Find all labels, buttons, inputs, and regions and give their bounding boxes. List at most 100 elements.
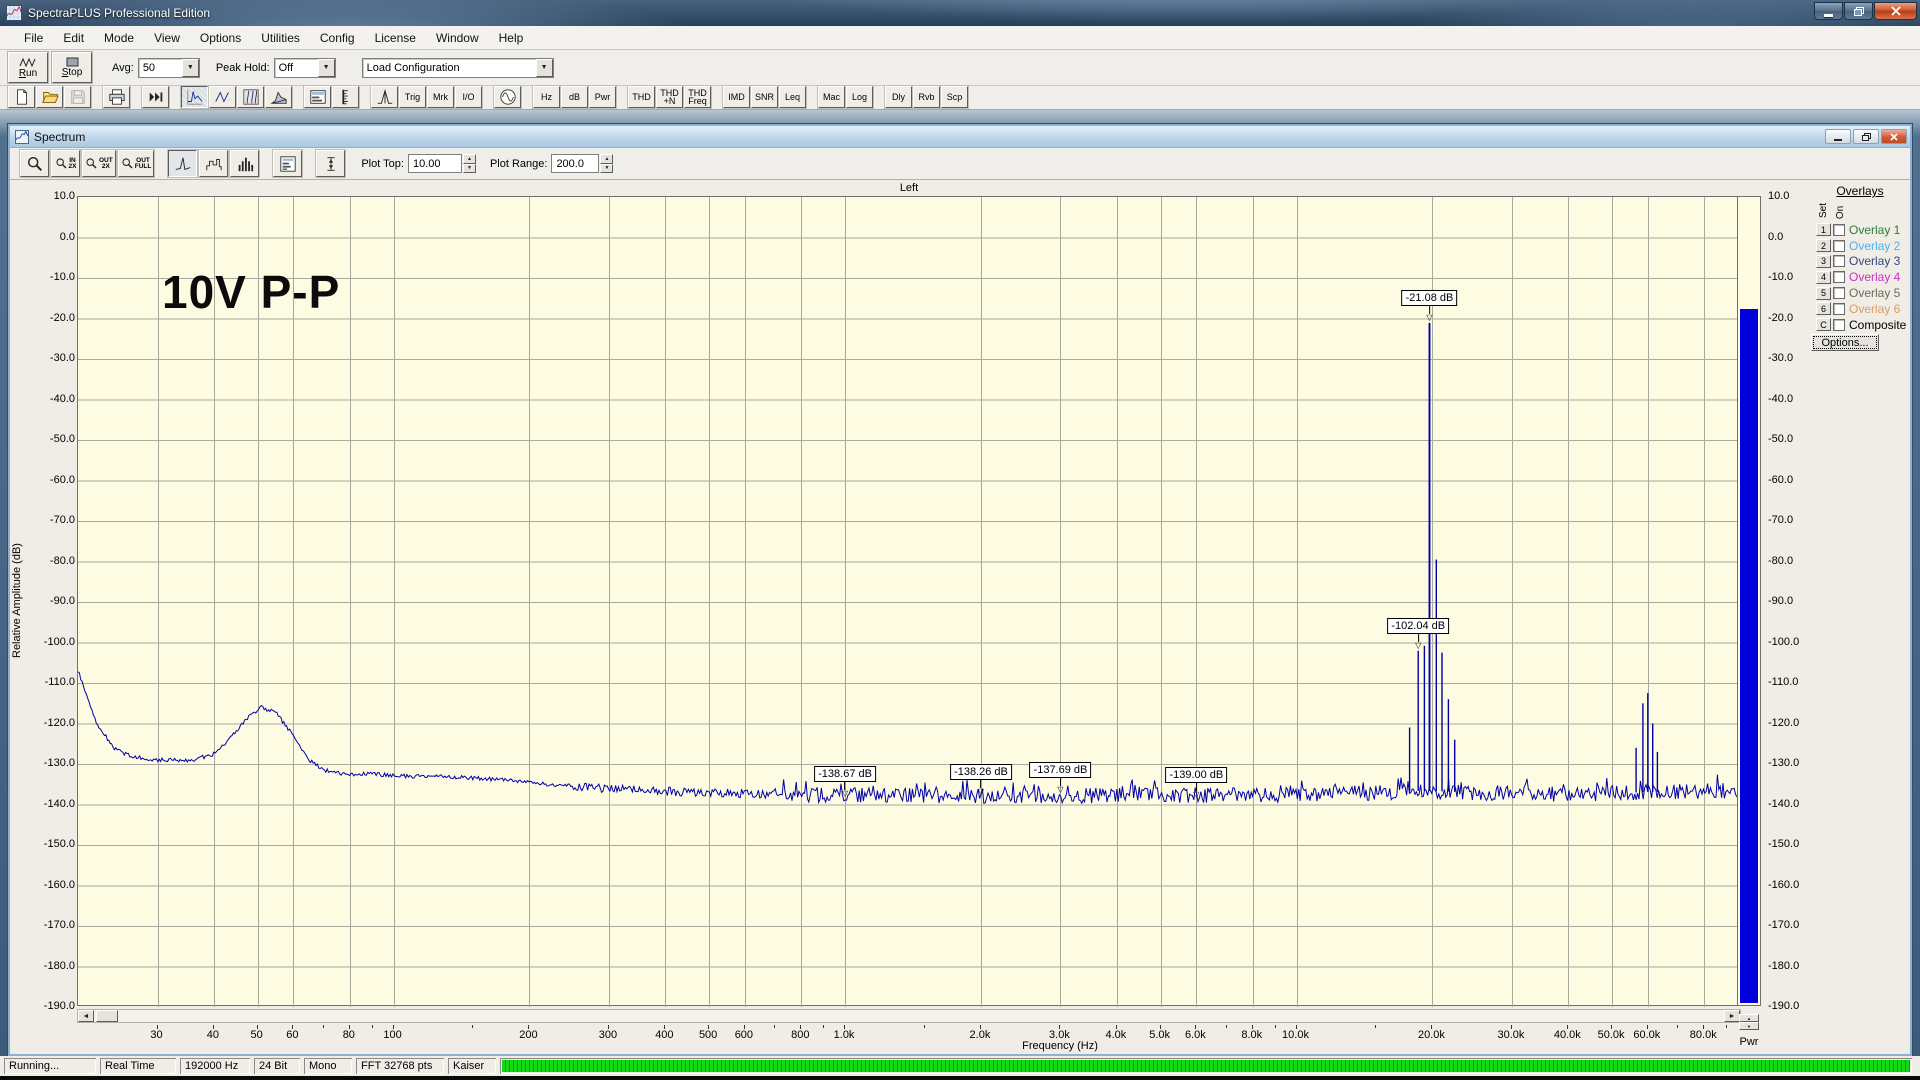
triggering-button[interactable]: Trig xyxy=(399,86,426,108)
overlay-on-checkbox-4[interactable] xyxy=(1833,271,1845,283)
measurement-marker[interactable]: -138.26 dB▽ xyxy=(950,764,1012,795)
peak-hold-select[interactable]: Off ▼ xyxy=(274,58,336,78)
menu-window[interactable]: Window xyxy=(426,31,489,45)
display-options-button[interactable] xyxy=(273,150,302,177)
menu-edit[interactable]: Edit xyxy=(53,31,94,45)
plot-top-spinner[interactable]: ▲▼ xyxy=(463,154,476,173)
bar-plot-mode-button[interactable] xyxy=(230,150,259,177)
macro-button[interactable]: Mac xyxy=(818,86,845,108)
overlay-on-checkbox-3[interactable] xyxy=(1833,255,1845,267)
amplitude-units-button[interactable]: dB xyxy=(561,86,588,108)
measurement-marker[interactable]: -138.67 dB▽ xyxy=(814,766,876,797)
thd-n-button[interactable]: THD +N xyxy=(656,86,683,108)
spectrum-plot[interactable]: 10V P-P -138.67 dB▽-138.26 dB▽-137.69 dB… xyxy=(77,196,1739,1006)
overlay-on-checkbox-5[interactable] xyxy=(1833,287,1845,299)
peak-hold-view-button[interactable] xyxy=(371,86,398,108)
scaling-button[interactable] xyxy=(332,86,359,108)
overlay-on-checkbox-6[interactable] xyxy=(1833,303,1845,315)
run-button[interactable]: Run xyxy=(8,52,48,83)
load-configuration-select[interactable]: Load Configuration ▼ xyxy=(362,58,554,78)
plot-range-spinner[interactable]: ▲▼ xyxy=(600,154,613,173)
zoom-out-full-button[interactable]: OUT FULL xyxy=(118,150,155,177)
thd-button[interactable]: THD xyxy=(628,86,655,108)
x-axis-minor-tick xyxy=(823,1025,824,1028)
scrollbar-thumb[interactable] xyxy=(96,1010,118,1022)
scrollbar-track[interactable] xyxy=(118,1010,1724,1022)
peak-hold-dropdown-arrow-icon[interactable]: ▼ xyxy=(318,59,335,77)
menu-file[interactable]: File xyxy=(14,31,53,45)
spectrum-curve-icon xyxy=(186,88,204,106)
horizontal-scrollbar[interactable]: ◄ ► xyxy=(77,1009,1741,1023)
step-plot-mode-button[interactable] xyxy=(199,150,228,177)
line-plot-mode-button[interactable] xyxy=(168,150,197,177)
signal-generator-button[interactable] xyxy=(494,86,521,108)
measurement-marker[interactable]: -137.69 dB▽ xyxy=(1030,762,1092,793)
logging-button[interactable]: Log xyxy=(846,86,873,108)
menu-mode[interactable]: Mode xyxy=(94,31,144,45)
snr-button[interactable]: SNR xyxy=(751,86,778,108)
leq-button[interactable]: Leq xyxy=(779,86,806,108)
spectrum-minimize-button[interactable] xyxy=(1825,129,1851,144)
overlay-set-button-4[interactable]: 4 xyxy=(1816,271,1831,284)
display-layout-button[interactable] xyxy=(304,86,331,108)
overlay-on-checkbox-1[interactable] xyxy=(1833,224,1845,236)
menu-utilities[interactable]: Utilities xyxy=(251,31,310,45)
open-file-button[interactable] xyxy=(36,86,63,108)
power-units-button[interactable]: Pwr xyxy=(589,86,616,108)
io-device-button[interactable]: I/O xyxy=(455,86,482,108)
measurement-marker[interactable]: -139.00 dB▽ xyxy=(1165,767,1227,798)
scroll-left-arrow-icon[interactable]: ◄ xyxy=(78,1010,94,1022)
measurement-marker[interactable]: -21.08 dB▽ xyxy=(1402,290,1458,321)
maximize-button[interactable] xyxy=(1844,2,1873,20)
markers-button[interactable]: Mrk xyxy=(427,86,454,108)
time-series-view-button[interactable] xyxy=(209,86,236,108)
thd-freq-button[interactable]: THD Freq xyxy=(684,86,711,108)
menu-view[interactable]: View xyxy=(144,31,190,45)
menu-license[interactable]: License xyxy=(365,31,426,45)
zoom-button[interactable] xyxy=(20,150,49,177)
overlay-on-checkbox-c[interactable] xyxy=(1833,319,1845,331)
save-file-button[interactable] xyxy=(64,86,91,108)
close-button[interactable] xyxy=(1874,2,1917,20)
menu-help[interactable]: Help xyxy=(489,31,534,45)
overlay-on-checkbox-2[interactable] xyxy=(1833,240,1845,252)
delay-button[interactable]: Dly xyxy=(885,86,912,108)
meter-scale-label: -100.0 xyxy=(1768,636,1812,648)
overlay-set-button-5[interactable]: 5 xyxy=(1816,287,1831,300)
spectrum-maximize-button[interactable] xyxy=(1853,129,1879,144)
overlay-set-button-2[interactable]: 2 xyxy=(1816,239,1831,252)
frequency-units-button[interactable]: Hz xyxy=(533,86,560,108)
stop-button[interactable]: Stop xyxy=(52,52,92,83)
new-file-button[interactable] xyxy=(8,86,35,108)
measurement-marker[interactable]: -102.04 dB▽ xyxy=(1387,618,1449,649)
imd-button[interactable]: IMD xyxy=(723,86,750,108)
reverb-button[interactable]: Rvb xyxy=(913,86,940,108)
marker-tool-button[interactable] xyxy=(316,150,345,177)
surface-view-button[interactable] xyxy=(265,86,292,108)
spectrum-title-bar[interactable]: Spectrum xyxy=(10,126,1910,148)
x-axis-tick-label: 10.0k xyxy=(1271,1029,1321,1041)
zoom-in-2x-button[interactable]: IN 2X xyxy=(51,150,80,177)
zoom-out-2x-button[interactable]: OUT 2X xyxy=(82,150,116,177)
scope-button[interactable]: Scp xyxy=(941,86,968,108)
avg-dropdown-arrow-icon[interactable]: ▼ xyxy=(182,59,199,77)
overlay-set-button-1[interactable]: 1 xyxy=(1816,223,1831,236)
menu-config[interactable]: Config xyxy=(310,31,365,45)
overlays-options-button[interactable]: Options... xyxy=(1811,334,1879,351)
overlay-set-button-6[interactable]: 6 xyxy=(1816,302,1831,315)
overlay-set-button-c[interactable]: C xyxy=(1816,318,1831,331)
spectrum-close-button[interactable] xyxy=(1881,129,1907,144)
minimize-button[interactable] xyxy=(1814,2,1843,20)
plot-top-input[interactable]: 10.00 xyxy=(408,154,462,173)
avg-select[interactable]: 50 ▼ xyxy=(138,58,200,78)
post-process-button[interactable] xyxy=(142,86,169,108)
spectrum-view-button[interactable] xyxy=(181,86,208,108)
load-configuration-dropdown-arrow-icon[interactable]: ▼ xyxy=(536,59,553,77)
meter-spinner[interactable]: ▲▼ xyxy=(1739,1014,1759,1030)
print-button[interactable] xyxy=(103,86,130,108)
menu-options[interactable]: Options xyxy=(190,31,251,45)
scroll-right-arrow-icon[interactable]: ► xyxy=(1724,1010,1740,1022)
overlay-set-button-3[interactable]: 3 xyxy=(1816,255,1831,268)
plot-range-input[interactable]: 200.0 xyxy=(551,154,599,173)
spectrogram-view-button[interactable] xyxy=(237,86,264,108)
